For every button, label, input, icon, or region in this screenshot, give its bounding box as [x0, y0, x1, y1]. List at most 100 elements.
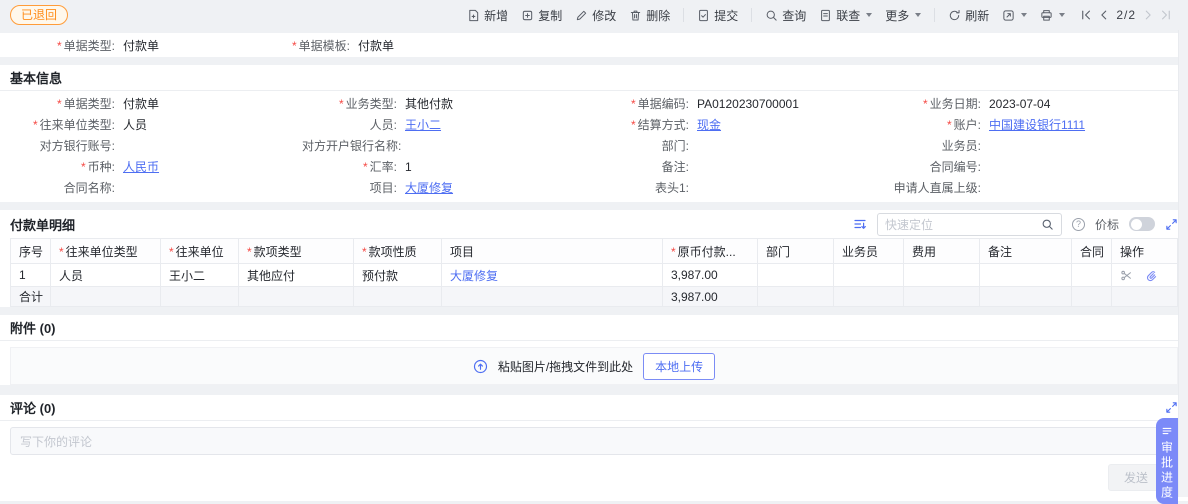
table-cell	[980, 287, 1072, 307]
section-title: 基本信息	[10, 68, 62, 87]
field-value: 付款单	[358, 37, 394, 54]
locate-settings-icon[interactable]	[853, 217, 867, 231]
more-button[interactable]: 更多	[885, 7, 921, 24]
edit-button[interactable]: 修改	[575, 7, 616, 24]
table-cell: 预付款	[354, 264, 442, 287]
new-button[interactable]: 新增	[467, 7, 508, 24]
first-page-icon[interactable]	[1080, 9, 1092, 21]
query-button[interactable]: 查询	[765, 7, 806, 24]
row-project-link[interactable]: 大厦修复	[450, 269, 498, 283]
comment-input[interactable]: 写下你的评论	[10, 427, 1178, 455]
toolbar-actions: 新增 复制 修改 删除 提交 查询 联查 更多	[467, 7, 1172, 24]
export-button[interactable]	[1002, 9, 1027, 22]
price-tag-label: 价标	[1095, 216, 1119, 233]
trash-icon	[629, 9, 642, 22]
export-icon	[1002, 9, 1015, 22]
print-button[interactable]	[1040, 9, 1065, 22]
comment-placeholder: 写下你的评论	[20, 433, 92, 450]
attachment-dropzone[interactable]: 粘贴图片/拖拽文件到此处 本地上传	[10, 347, 1178, 385]
field-label: 申请人直属上级:	[886, 179, 981, 196]
field-label: 对方银行账号:	[10, 137, 115, 154]
settlement-link[interactable]: 现金	[697, 116, 721, 133]
field-label: *账户:	[886, 116, 981, 133]
field-value: PA0120230700001	[697, 97, 799, 111]
quick-locate-input[interactable]: 快速定位	[877, 213, 1062, 236]
field-label: *单据类型:	[10, 95, 115, 112]
help-circle-icon[interactable]: ?	[1072, 218, 1085, 231]
next-page-icon[interactable]	[1142, 9, 1154, 21]
currency-link[interactable]: 人民币	[123, 158, 159, 175]
page-indicator: 2/2	[1116, 8, 1136, 22]
pagination: 2/2	[1080, 8, 1172, 22]
submit-doc-icon	[697, 9, 710, 22]
table-cell	[1072, 264, 1112, 287]
col-project: 项目	[442, 239, 663, 264]
toolbar-divider	[934, 8, 935, 22]
paperclip-icon[interactable]	[1145, 269, 1158, 282]
table-cell	[980, 264, 1072, 287]
basic-info-grid: *单据类型:付款单 *业务类型:其他付款 *单据编码:PA01202307000…	[0, 91, 1188, 202]
table-cell: 1	[11, 264, 51, 287]
table-cell: 王小二	[161, 264, 239, 287]
field-value: 其他付款	[405, 95, 453, 112]
field-label: 部门:	[594, 137, 689, 154]
project-link[interactable]: 大厦修复	[405, 179, 453, 196]
scrollbar-track[interactable]	[1178, 30, 1188, 497]
refresh-icon	[948, 9, 961, 22]
col-seq: 序号	[11, 239, 51, 264]
table-cell: 3,987.00	[663, 264, 758, 287]
approval-progress-label: 审批进度	[1159, 441, 1176, 501]
table-cell: 其他应付	[239, 264, 354, 287]
approval-progress-tab[interactable]: 审批进度	[1156, 418, 1178, 504]
detail-table: 序号 *往来单位类型 *往来单位 *款项类型 *款项性质 项目 *原币付款...…	[10, 238, 1178, 307]
account-link[interactable]: 中国建设银行1111	[989, 116, 1085, 133]
price-tag-toggle[interactable]	[1129, 217, 1155, 231]
field-label: *币种:	[10, 158, 115, 175]
search-icon	[765, 9, 778, 22]
field-value: 1	[405, 160, 412, 174]
person-link[interactable]: 王小二	[405, 116, 441, 133]
refresh-button[interactable]: 刷新	[948, 7, 989, 24]
expand-icon[interactable]	[1165, 401, 1178, 414]
col-dept: 部门	[758, 239, 834, 264]
col-payment-type: *款项类型	[239, 239, 354, 264]
prev-page-icon[interactable]	[1098, 9, 1110, 21]
table-cell	[758, 264, 834, 287]
new-doc-icon	[467, 9, 480, 22]
table-cell	[758, 287, 834, 307]
printer-icon	[1040, 9, 1053, 22]
field-label: 备注:	[594, 158, 689, 175]
table-cell	[239, 287, 354, 307]
copy-button[interactable]: 复制	[521, 7, 562, 24]
table-cell	[834, 264, 904, 287]
expand-icon[interactable]	[1165, 218, 1178, 231]
last-page-icon[interactable]	[1160, 9, 1172, 21]
delete-button[interactable]: 删除	[629, 7, 670, 24]
top-toolbar: 已退回 新增 复制 修改 删除 提交 查询 联查	[0, 0, 1188, 30]
section-title: 附件 (0)	[10, 318, 56, 337]
search-icon[interactable]	[1041, 218, 1054, 231]
total-row: 合计 3,987.00	[11, 287, 1178, 307]
doc-type-strip: *单据类型: 付款单 *单据模板: 付款单	[0, 33, 1188, 57]
linked-query-button[interactable]: 联查	[819, 7, 872, 24]
detail-header: 付款单明细 快速定位 ? 价标	[0, 210, 1188, 238]
field-label: 合同编号:	[886, 158, 981, 175]
table-cell	[442, 287, 663, 307]
attachments-section: 附件 (0) 粘贴图片/拖拽文件到此处 本地上传	[0, 315, 1188, 385]
edit-pencil-icon	[575, 9, 588, 22]
field-label: *单据模板:	[292, 37, 350, 54]
col-ops: 操作	[1112, 239, 1178, 264]
field-label: *业务日期:	[886, 95, 981, 112]
col-amount: *原币付款...	[663, 239, 758, 264]
field-value: 2023-07-04	[989, 97, 1050, 111]
comments-header: 评论 (0)	[0, 395, 1188, 421]
col-partner: *往来单位	[161, 239, 239, 264]
table-cell	[904, 264, 980, 287]
upload-circle-icon	[473, 359, 488, 374]
col-contract: 合同	[1072, 239, 1112, 264]
local-upload-button[interactable]: 本地上传	[643, 353, 715, 380]
caret-down-icon	[915, 13, 921, 17]
submit-button[interactable]: 提交	[697, 7, 738, 24]
comments-section: 评论 (0) 写下你的评论 发送	[0, 395, 1188, 501]
scissors-icon[interactable]	[1120, 269, 1133, 282]
